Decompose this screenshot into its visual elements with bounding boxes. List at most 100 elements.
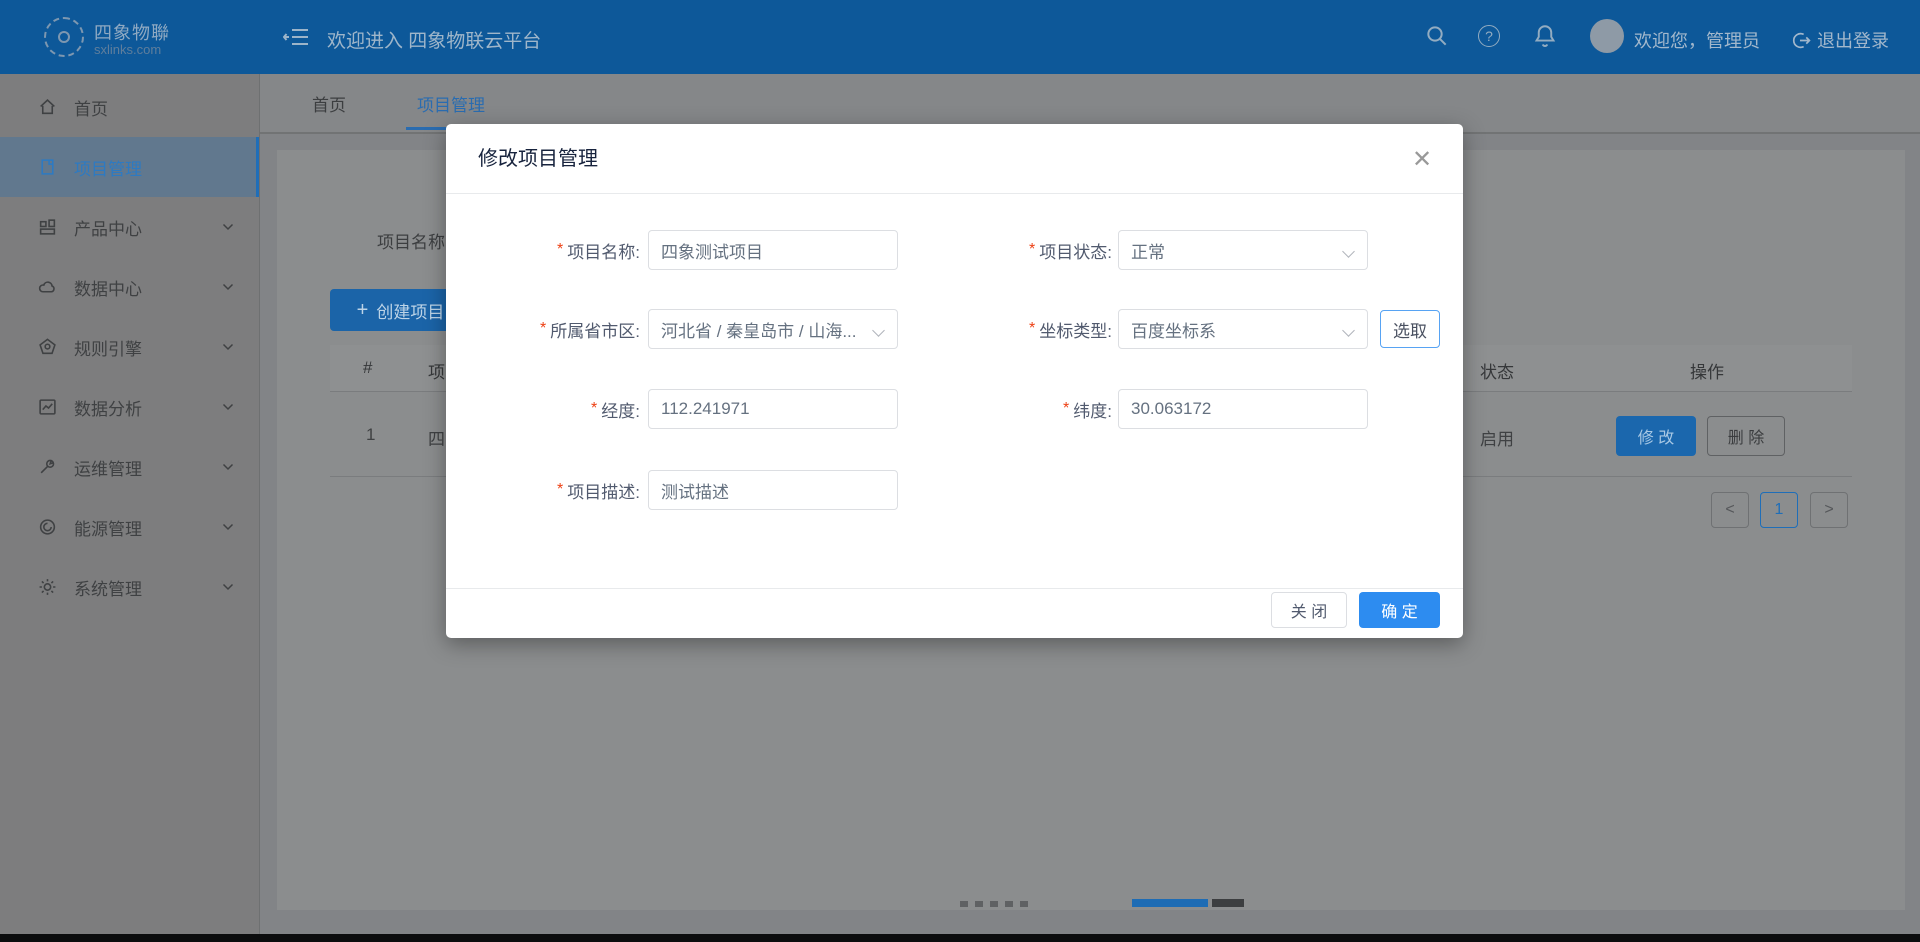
ops-icon bbox=[38, 458, 57, 477]
col-actions: 操作 bbox=[1690, 358, 1724, 383]
required-asterisk: * bbox=[540, 320, 546, 338]
tab-home-label: 首页 bbox=[312, 91, 346, 116]
col-index: # bbox=[363, 358, 372, 378]
latitude-input[interactable]: 30.063172 bbox=[1118, 389, 1368, 429]
edit-button[interactable]: 修 改 bbox=[1616, 416, 1696, 456]
project-name-input[interactable]: 四象测试项目 bbox=[648, 230, 898, 270]
required-asterisk: * bbox=[557, 241, 563, 259]
col-status: 状态 bbox=[1480, 358, 1514, 383]
description-value: 测试描述 bbox=[661, 478, 729, 503]
footer-clipped-text bbox=[960, 901, 1034, 907]
coord-type-value: 百度坐标系 bbox=[1131, 317, 1216, 342]
sidebar-item-label: 规则引擎 bbox=[74, 335, 142, 360]
latitude-value: 30.063172 bbox=[1131, 399, 1211, 419]
pagination-page-1[interactable]: 1 bbox=[1760, 492, 1798, 528]
required-asterisk: * bbox=[1063, 400, 1069, 418]
chevron-down-icon bbox=[222, 283, 234, 291]
close-icon[interactable]: ✕ bbox=[1407, 144, 1437, 174]
sidebar-item-label: 首页 bbox=[74, 95, 108, 120]
sidebar-item-label: 数据分析 bbox=[74, 395, 142, 420]
sidebar-item-label: 数据中心 bbox=[74, 275, 142, 300]
top-header: 四象物聯 sxlinks.com 欢迎进入 四象物联云平台 ? 欢迎您，管理员 bbox=[0, 0, 1920, 74]
delete-button[interactable]: 删 除 bbox=[1707, 416, 1785, 456]
system-icon bbox=[38, 578, 57, 597]
chevron-down-icon bbox=[222, 343, 234, 351]
chevron-down-icon bbox=[1344, 324, 1355, 335]
pagination-next-button[interactable]: > bbox=[1810, 492, 1848, 528]
project-name-value: 四象测试项目 bbox=[661, 238, 763, 263]
coord-type-select[interactable]: 百度坐标系 bbox=[1118, 309, 1368, 349]
user-avatar[interactable] bbox=[1590, 19, 1624, 53]
required-asterisk: * bbox=[1029, 320, 1035, 338]
rule-engine-icon bbox=[38, 338, 57, 357]
longitude-input[interactable]: 112.241971 bbox=[648, 389, 898, 429]
user-greeting: 欢迎您，管理员 bbox=[1634, 27, 1760, 53]
modal-footer: 关 闭 确 定 bbox=[446, 588, 1463, 638]
project-status-value: 正常 bbox=[1131, 238, 1165, 263]
sidebar-item-1[interactable]: 项目管理 bbox=[0, 137, 260, 197]
help-glyph: ? bbox=[1485, 28, 1493, 44]
chevron-down-icon bbox=[222, 583, 234, 591]
project-name-filter-label: 项目名称: bbox=[377, 228, 450, 253]
pick-location-button[interactable]: 选取 bbox=[1380, 310, 1440, 348]
modal-title: 修改项目管理 bbox=[478, 124, 598, 194]
sidebar-divider bbox=[259, 74, 260, 934]
modal-header: 修改项目管理 ✕ bbox=[446, 124, 1463, 194]
modal-confirm-button[interactable]: 确 定 bbox=[1359, 592, 1440, 628]
chevron-down-icon bbox=[222, 403, 234, 411]
chevron-down-icon bbox=[222, 463, 234, 471]
sidebar-item-2[interactable]: 产品中心 bbox=[0, 197, 260, 257]
sidebar-item-4[interactable]: 规则引擎 bbox=[0, 317, 260, 377]
logo-icon-dot bbox=[58, 31, 70, 43]
product-icon bbox=[38, 218, 57, 237]
chevron-down-icon bbox=[874, 324, 885, 335]
energy-icon bbox=[38, 518, 57, 537]
project-status-select[interactable]: 正常 bbox=[1118, 230, 1368, 270]
home-icon bbox=[38, 98, 57, 117]
chevron-down-icon bbox=[222, 223, 234, 231]
logout-button[interactable]: 退出登录 bbox=[1790, 27, 1889, 53]
help-icon[interactable]: ? bbox=[1478, 25, 1500, 47]
logo-subtitle: sxlinks.com bbox=[94, 42, 161, 57]
description-input[interactable]: 测试描述 bbox=[648, 470, 898, 510]
pagination-prev-button[interactable]: < bbox=[1711, 492, 1749, 528]
coord-type-label: * 坐标类型: bbox=[926, 309, 1112, 349]
modal-close-button[interactable]: 关 闭 bbox=[1271, 592, 1347, 628]
required-asterisk: * bbox=[1029, 241, 1035, 259]
sidebar-item-label: 系统管理 bbox=[74, 575, 142, 600]
required-asterisk: * bbox=[557, 481, 563, 499]
footer-clipped-text-dark bbox=[1212, 899, 1244, 907]
latitude-label: * 纬度: bbox=[926, 389, 1112, 429]
search-icon[interactable] bbox=[1425, 24, 1449, 48]
sidebar-item-3[interactable]: 数据中心 bbox=[0, 257, 260, 317]
region-value: 河北省 / 秦皇岛市 / 山海... bbox=[661, 317, 857, 342]
chevron-down-icon bbox=[222, 523, 234, 531]
cell-status: 启用 bbox=[1480, 425, 1514, 450]
longitude-label: * 经度: bbox=[446, 389, 640, 429]
region-cascader-select[interactable]: 河北省 / 秦皇岛市 / 山海... bbox=[648, 309, 898, 349]
app-screen: 四象物聯 sxlinks.com 欢迎进入 四象物联云平台 ? 欢迎您，管理员 bbox=[0, 0, 1920, 942]
project-status-label: * 项目状态: bbox=[926, 230, 1112, 270]
sidebar-collapse-icon[interactable] bbox=[283, 26, 309, 48]
welcome-title: 欢迎进入 四象物联云平台 bbox=[327, 26, 541, 53]
chevron-down-icon bbox=[1344, 245, 1355, 256]
logout-icon bbox=[1790, 30, 1811, 51]
project-name-label: * 项目名称: bbox=[446, 230, 640, 270]
plus-icon: + bbox=[357, 300, 369, 320]
project-icon bbox=[38, 158, 57, 177]
sidebar-item-6[interactable]: 运维管理 bbox=[0, 437, 260, 497]
sidebar-item-7[interactable]: 能源管理 bbox=[0, 497, 260, 557]
notification-bell-icon[interactable] bbox=[1533, 23, 1557, 49]
create-project-label: 创建项目 bbox=[376, 298, 444, 323]
cell-index: 1 bbox=[366, 425, 375, 445]
region-label: * 所属省市区: bbox=[446, 309, 640, 349]
data-center-icon bbox=[38, 278, 57, 297]
required-asterisk: * bbox=[591, 400, 597, 418]
longitude-value: 112.241971 bbox=[661, 399, 750, 419]
sidebar-item-0[interactable]: 首页 bbox=[0, 77, 260, 137]
sidebar-item-8[interactable]: 系统管理 bbox=[0, 557, 260, 617]
description-label: * 项目描述: bbox=[446, 470, 640, 510]
sidebar-item-5[interactable]: 数据分析 bbox=[0, 377, 260, 437]
sidebar-item-label: 产品中心 bbox=[74, 215, 142, 240]
tab-home[interactable]: 首页 bbox=[284, 74, 374, 132]
